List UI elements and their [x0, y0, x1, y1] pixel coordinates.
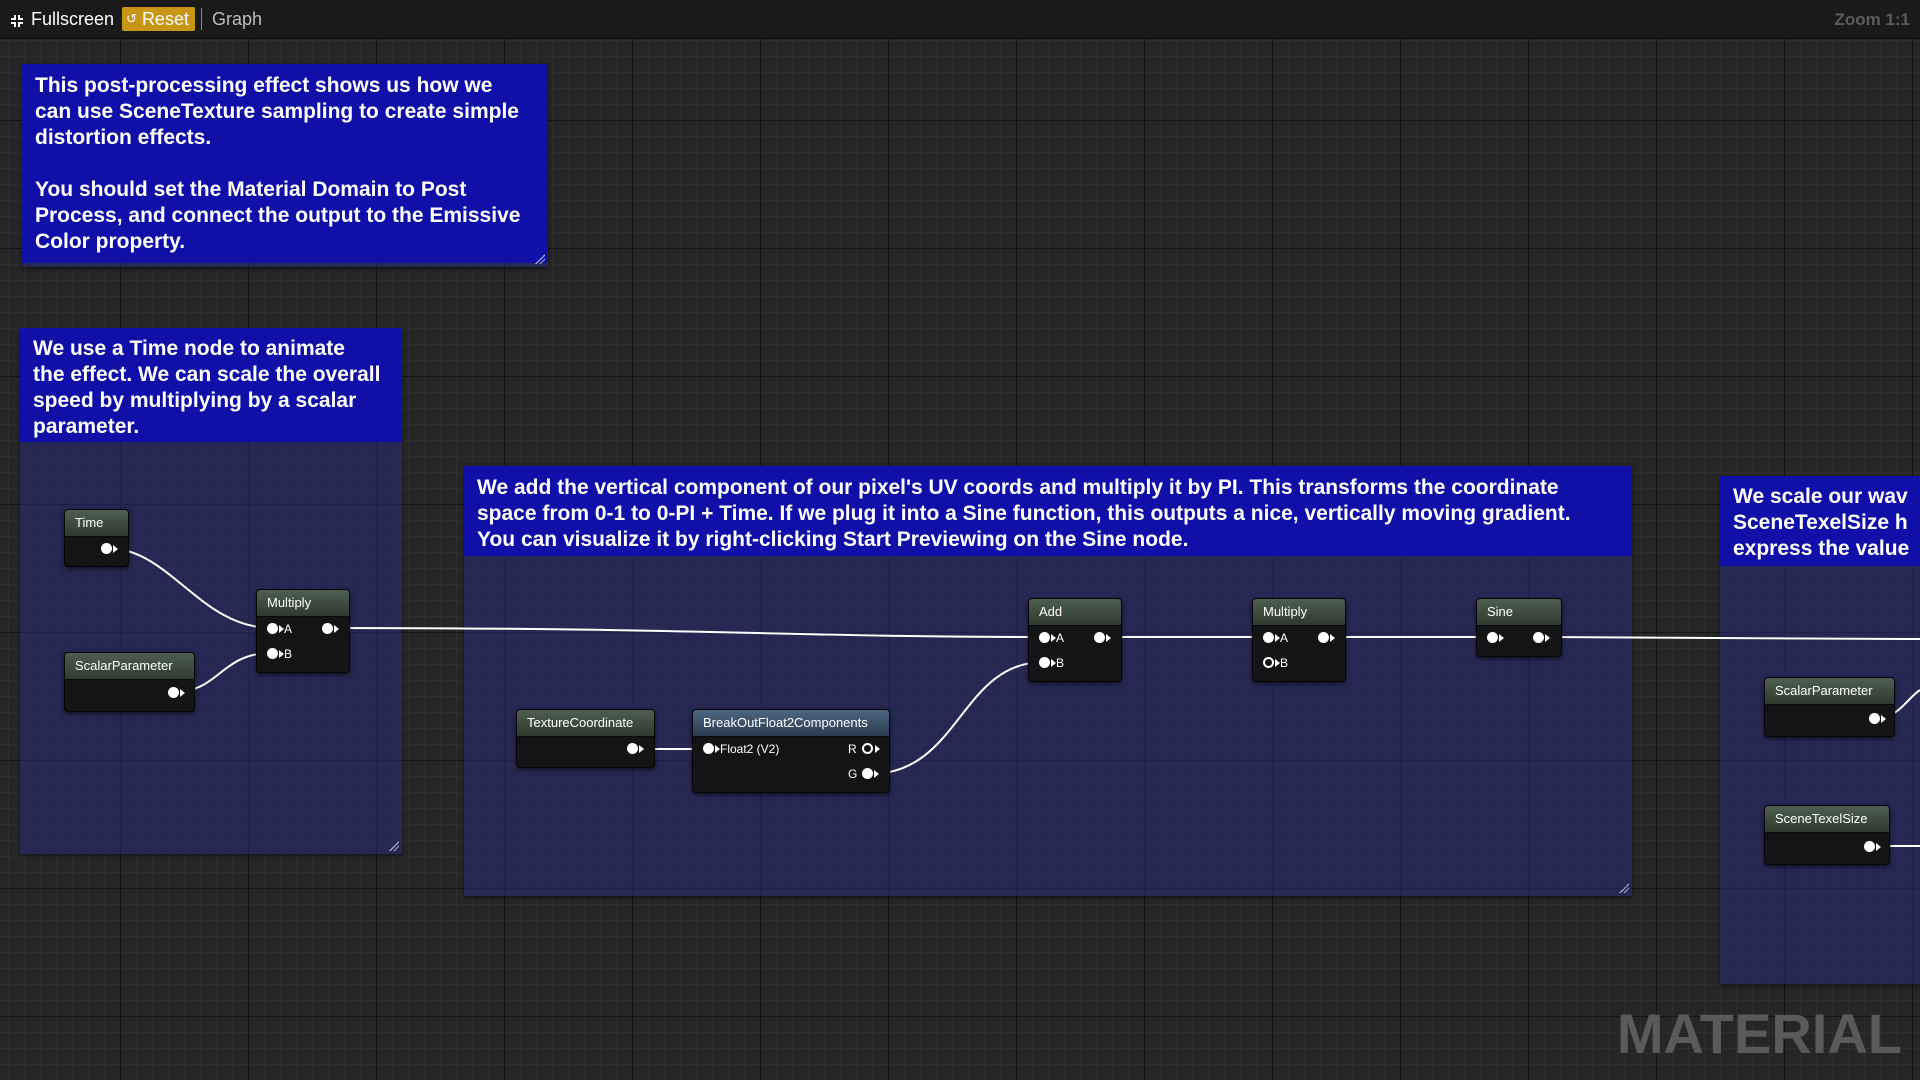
pin-arrow — [180, 689, 185, 697]
comment-intro[interactable]: This post-processing effect shows us how… — [22, 64, 548, 267]
node-title: Multiply — [257, 590, 349, 617]
pin-label-r: R — [848, 742, 857, 756]
node-title: Sine — [1477, 599, 1561, 626]
pin-label-b: B — [1280, 656, 1289, 670]
output-pin-g[interactable] — [862, 768, 873, 779]
node-scalar-parameter[interactable]: ScalarParameter — [64, 652, 195, 712]
node-title: Time — [65, 510, 128, 537]
pin-arrow — [874, 770, 879, 778]
resize-handle[interactable] — [389, 841, 399, 851]
input-pin-a[interactable] — [267, 623, 278, 634]
pin-label-b: B — [1056, 656, 1065, 670]
pin-arrow — [1881, 715, 1886, 723]
output-pin[interactable] — [1864, 841, 1875, 852]
node-title: SceneTexelSize — [1765, 806, 1889, 833]
pin-label-a: A — [1280, 631, 1289, 645]
graph-title: Graph — [211, 8, 262, 29]
node-title: TextureCoordinate — [517, 710, 654, 737]
output-pin[interactable] — [1869, 713, 1880, 724]
node-time[interactable]: Time — [64, 509, 129, 567]
reset-button[interactable]: ↺ Reset — [122, 7, 195, 31]
pin-arrow — [1499, 634, 1504, 642]
node-multiply-2[interactable]: Multiply A B — [1252, 598, 1346, 682]
reset-icon: ↺ — [126, 11, 137, 26]
comment-vertical-text: We add the vertical component of our pix… — [464, 466, 1632, 556]
output-pin[interactable] — [627, 743, 638, 754]
pin-arrow — [875, 745, 880, 753]
node-sine[interactable]: Sine — [1476, 598, 1562, 657]
node-scene-texel-size[interactable]: SceneTexelSize — [1764, 805, 1890, 865]
node-texture-coordinate[interactable]: TextureCoordinate — [516, 709, 655, 768]
node-title: ScalarParameter — [65, 653, 194, 680]
pin-arrow — [1545, 634, 1550, 642]
input-pin-a[interactable] — [1039, 632, 1050, 643]
input-pin-b[interactable] — [1263, 657, 1274, 668]
resize-handle[interactable] — [535, 254, 545, 264]
resize-handle[interactable] — [1619, 883, 1629, 893]
input-pin-float2[interactable] — [703, 743, 714, 754]
pin-arrow — [1106, 634, 1111, 642]
fullscreen-label: Fullscreen — [31, 8, 115, 29]
node-scalar-parameter-2[interactable]: ScalarParameter — [1764, 677, 1895, 737]
node-multiply[interactable]: Multiply A B — [256, 589, 350, 673]
pin-arrow — [639, 745, 644, 753]
comment-scale-text: We scale our wav SceneTexelSize h expres… — [1720, 476, 1920, 566]
pin-label-a: A — [284, 622, 293, 636]
output-pin[interactable] — [1533, 632, 1544, 643]
node-title: Multiply — [1253, 599, 1345, 626]
node-breakout-float2[interactable]: BreakOutFloat2Components Float2 (V2) R G — [692, 709, 890, 793]
node-add[interactable]: Add A B — [1028, 598, 1122, 682]
zoom-indicator: Zoom 1:1 — [1834, 10, 1910, 29]
reset-label: Reset — [141, 8, 189, 29]
input-pin[interactable] — [1487, 632, 1498, 643]
toolbar-divider — [200, 8, 202, 30]
comment-time-text: We use a Time node to animate the effect… — [20, 328, 402, 442]
comment-intro-text: This post-processing effect shows us how… — [22, 64, 548, 263]
input-pin-a[interactable] — [1263, 632, 1274, 643]
material-watermark: MATERIAL — [1616, 1002, 1902, 1065]
input-pin-b[interactable] — [1039, 657, 1050, 668]
node-title: Add — [1029, 599, 1121, 626]
pin-label-b: B — [284, 647, 293, 661]
output-pin[interactable] — [1318, 632, 1329, 643]
output-pin[interactable] — [101, 543, 112, 554]
output-pin[interactable] — [1094, 632, 1105, 643]
fullscreen-button[interactable]: Fullscreen — [0, 0, 120, 38]
graph-toolbar: Fullscreen ↺ Reset Graph Zoom 1:1 — [0, 0, 1920, 39]
node-title: ScalarParameter — [1765, 678, 1894, 705]
pin-label-float2: Float2 (V2) — [720, 742, 780, 756]
output-pin-r[interactable] — [862, 743, 873, 754]
pin-arrow — [1330, 634, 1335, 642]
pin-arrow — [113, 545, 118, 553]
input-pin-b[interactable] — [267, 648, 278, 659]
pin-label-g: G — [848, 767, 858, 781]
pin-arrow — [1876, 843, 1881, 851]
node-title: BreakOutFloat2Components — [693, 710, 889, 737]
pin-arrow — [334, 625, 339, 633]
fullscreen-icon — [10, 12, 24, 27]
pin-label-a: A — [1056, 631, 1065, 645]
output-pin[interactable] — [168, 687, 179, 698]
output-pin[interactable] — [322, 623, 333, 634]
